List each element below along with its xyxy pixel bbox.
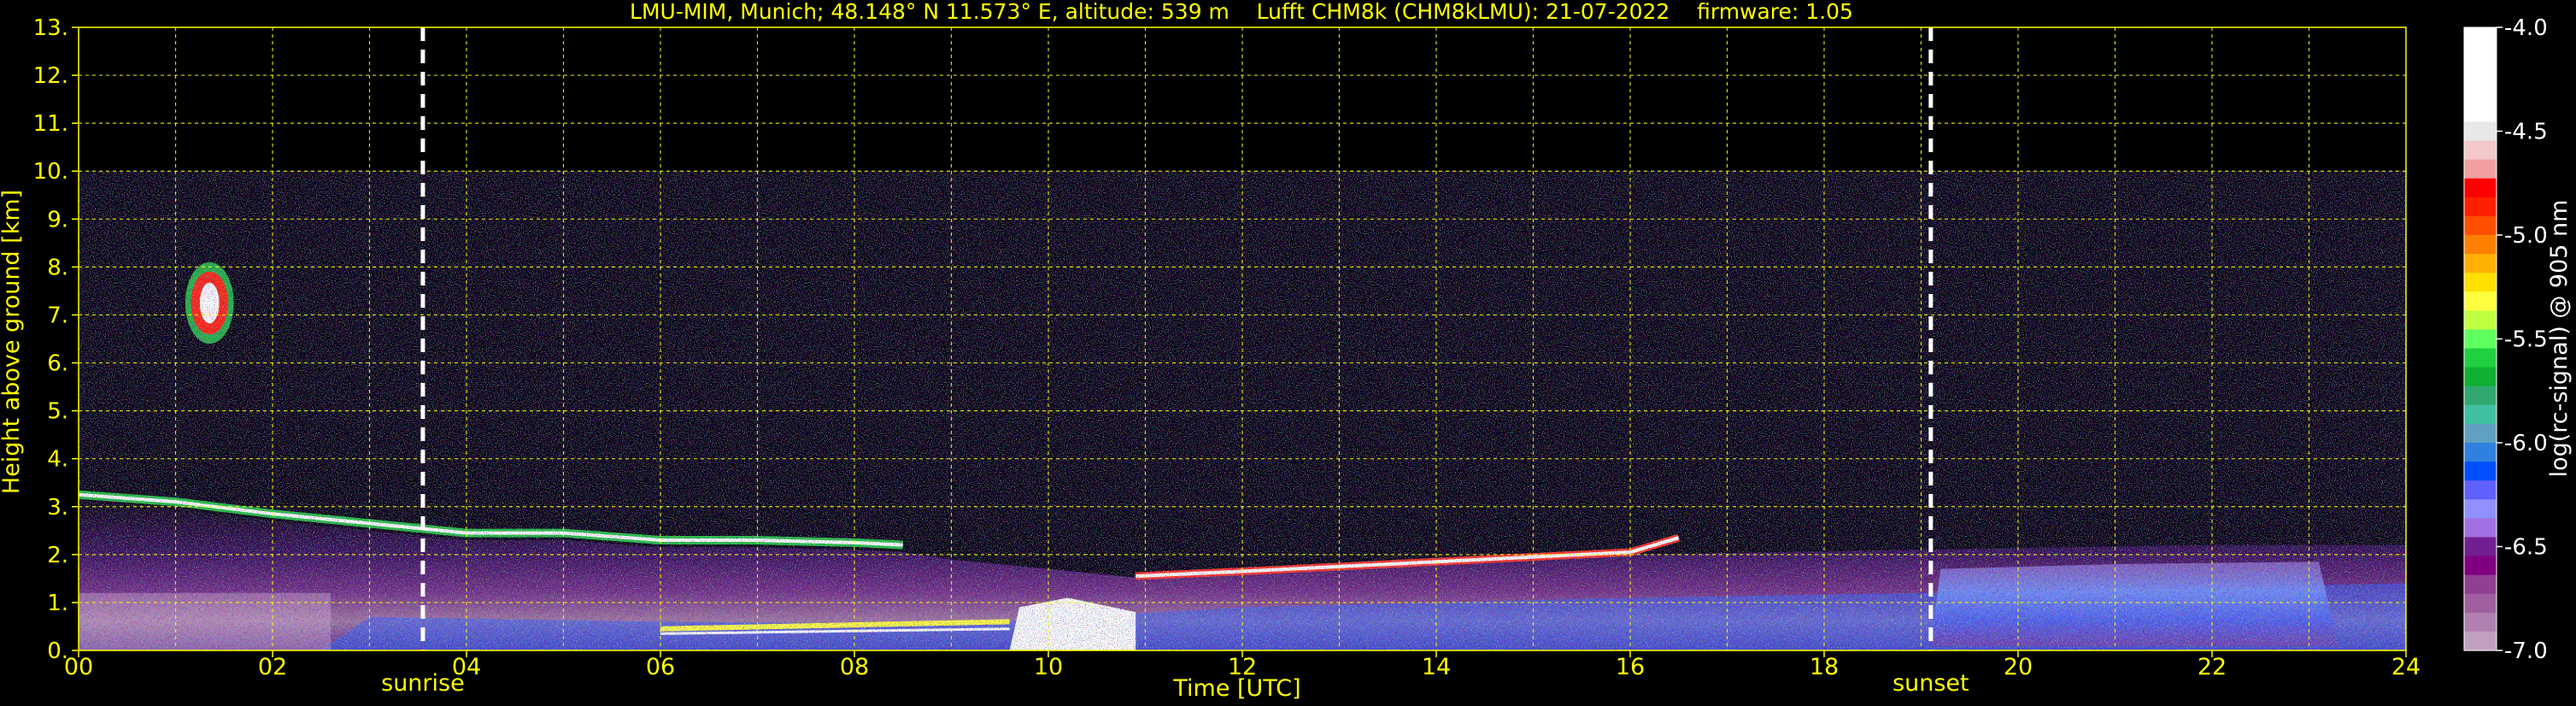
y-tick-label: 10. (33, 159, 68, 185)
colorbar-segment (2464, 348, 2497, 368)
y-tick-label: 11. (33, 111, 68, 137)
y-tick-label: 9. (47, 207, 68, 232)
colorbar-segment (2464, 404, 2497, 425)
colorbar-tick-label: -6.0 (2504, 431, 2548, 456)
colorbar-segment (2464, 443, 2497, 462)
colorbar: -4.0 -4.5 -5.0 -5.5 -6.0 -6.5 -7.0 (2463, 15, 2548, 664)
y-tick-label: 13. (33, 15, 68, 41)
colorbar-segment (2464, 593, 2497, 614)
colorbar-tick-label: -6.5 (2504, 535, 2548, 561)
colorbar-segment (2464, 367, 2497, 387)
x-tick-label: 06 (646, 654, 675, 680)
x-tick-label: 16 (1616, 654, 1645, 680)
y-tick-label: 8. (47, 255, 68, 280)
colorbar-segment (2464, 178, 2497, 198)
colorbar-segment (2464, 27, 2497, 47)
x-tick-label: 14 (1422, 654, 1451, 680)
colorbar-segment (2464, 310, 2497, 331)
y-axis-label: Height above ground [km] (0, 190, 25, 494)
y-tick-label: 12. (33, 63, 68, 89)
chart-canvas: sunrise sunset 0.1.2.3.4.5.6.7.8.9.10.11.… (0, 0, 2573, 702)
colorbar-tick-label: -5.0 (2504, 223, 2548, 249)
x-tick-label: 02 (258, 654, 287, 680)
colorbar-segment (2464, 65, 2497, 85)
colorbar-tick-label: -7.0 (2504, 638, 2548, 664)
colorbar-segment (2464, 103, 2497, 123)
x-tick-label: 08 (840, 654, 869, 680)
x-tick-label: 20 (2004, 654, 2033, 680)
colorbar-segment (2464, 574, 2497, 595)
chart-title: LMU-MIM, Munich; 48.148° N 11.573° E, al… (630, 0, 1853, 24)
colorbar-segment (2464, 291, 2497, 311)
y-tick-label: 1. (47, 591, 68, 616)
x-tick-label: 10 (1034, 654, 1063, 680)
colorbar-segment (2464, 480, 2497, 500)
y-tick-label: 7. (47, 303, 68, 328)
colorbar-segment (2464, 235, 2497, 255)
x-tick-label: 22 (2198, 654, 2227, 680)
y-axis-ticks: 0.1.2.3.4.5.6.7.8.9.10.11.12.13. (33, 15, 79, 664)
colorbar-segment (2464, 159, 2497, 179)
colorbar-segment (2464, 462, 2497, 481)
y-tick-label: 3. (47, 495, 68, 521)
colorbar-segment (2464, 84, 2497, 103)
colorbar-segment (2464, 423, 2497, 444)
colorbar-segment (2464, 215, 2497, 236)
colorbar-segment (2464, 140, 2497, 161)
y-tick-label: 5. (47, 399, 68, 425)
colorbar-label: log(rc-signal) @ 905 nm (2546, 200, 2573, 478)
x-axis-label: Time [UTC] (1172, 675, 1300, 702)
colorbar-segment (2464, 518, 2497, 538)
colorbar-segment (2464, 499, 2497, 519)
colorbar-segment (2464, 197, 2497, 217)
x-tick-label: 18 (1810, 654, 1839, 680)
colorbar-segment (2464, 537, 2497, 557)
x-tick-label: 24 (2391, 654, 2421, 680)
colorbar-segment (2464, 273, 2497, 292)
colorbar-tick-label: -4.0 (2504, 15, 2548, 41)
colorbar-tick-label: -4.5 (2504, 120, 2548, 145)
x-tick-label: 00 (64, 654, 93, 680)
colorbar-segment (2464, 612, 2497, 632)
colorbar-tick-label: -5.5 (2504, 327, 2548, 353)
colorbar-segment (2464, 631, 2497, 651)
colorbar-segment (2464, 254, 2497, 274)
y-tick-label: 6. (47, 351, 68, 377)
colorbar-segment (2464, 329, 2497, 350)
y-tick-label: 4. (47, 447, 68, 473)
colorbar-segment (2464, 46, 2497, 66)
x-tick-label: 04 (452, 654, 481, 680)
colorbar-segment (2464, 556, 2497, 576)
event-label-sunset: sunset (1892, 670, 1969, 697)
colorbar-segment (2464, 385, 2497, 406)
colorbar-segment (2464, 121, 2497, 142)
y-tick-label: 2. (47, 543, 68, 568)
